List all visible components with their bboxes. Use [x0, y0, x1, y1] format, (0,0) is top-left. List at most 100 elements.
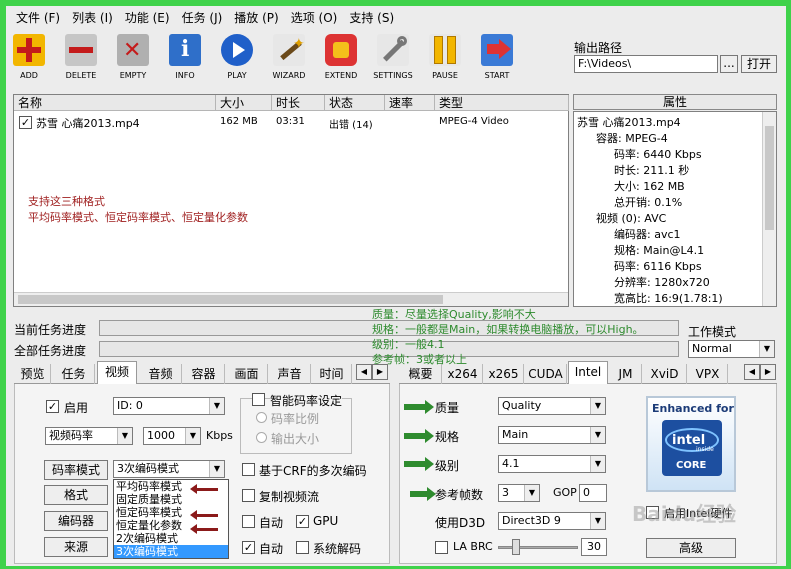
- format-button[interactable]: 格式: [44, 485, 108, 505]
- enable-label: 启用: [64, 401, 89, 415]
- menu-task[interactable]: 任务 (J): [176, 9, 229, 26]
- menu-play[interactable]: 播放 (P): [228, 9, 284, 26]
- tab-preview[interactable]: 预览: [15, 364, 51, 384]
- col-status[interactable]: 状态: [325, 95, 385, 111]
- annotation-line2: 平均码率模式、恒定码率模式、恒定量化参数: [28, 211, 248, 224]
- labrc-checkbox[interactable]: [435, 541, 448, 554]
- workmode-select[interactable]: Normal ▼: [688, 340, 775, 358]
- menu-file[interactable]: 文件 (F): [10, 9, 66, 26]
- rate-control-button[interactable]: 码率模式: [44, 460, 108, 480]
- menu-support[interactable]: 支持 (S): [343, 9, 400, 26]
- gop-input[interactable]: 0: [579, 484, 607, 502]
- gpu-checkbox[interactable]: ✓: [296, 515, 309, 528]
- browse-button[interactable]: ...: [720, 55, 738, 73]
- dropdown-option-selected[interactable]: 3次编码模式: [114, 545, 228, 558]
- tab-x264[interactable]: x264: [443, 364, 483, 384]
- smart-bitrate-checkbox[interactable]: [252, 393, 265, 406]
- labrc-slider[interactable]: [498, 546, 578, 549]
- tab-sound[interactable]: 声音: [269, 364, 311, 384]
- info-button[interactable]: i INFO: [161, 32, 209, 80]
- system-decode-checkbox[interactable]: [296, 541, 309, 554]
- properties-tree[interactable]: 苏雪 心痛2013.mp4 容器: MPEG-4 码率: 6440 Kbps 时…: [573, 111, 777, 307]
- settings-button[interactable]: SETTINGS: [369, 32, 417, 80]
- play-button[interactable]: PLAY: [213, 32, 261, 80]
- encoder-button[interactable]: 编码器: [44, 511, 108, 531]
- dropdown-option[interactable]: 固定质量模式: [116, 493, 182, 506]
- video-mode-select[interactable]: 视频码率 ▼: [45, 427, 133, 445]
- col-duration[interactable]: 时长: [272, 95, 325, 111]
- quality-select[interactable]: Quality ▼: [498, 397, 606, 415]
- col-name[interactable]: 名称: [14, 95, 216, 111]
- enable-checkbox[interactable]: ✓: [46, 400, 59, 413]
- menu-function[interactable]: 功能 (E): [119, 9, 176, 26]
- rate-control-dropdown[interactable]: 平均码率模式 固定质量模式 恒定码率模式 恒定量化参数 2次编码模式 3次编码模…: [113, 479, 229, 559]
- tab-intel[interactable]: Intel: [568, 361, 608, 384]
- dropdown-option[interactable]: 平均码率模式: [116, 480, 182, 493]
- tab-xvid[interactable]: XviD: [643, 364, 687, 384]
- hscroll-thumb[interactable]: [18, 295, 443, 304]
- tab-cuda[interactable]: CUDA: [525, 364, 567, 384]
- dropdown-option[interactable]: 2次编码模式: [116, 532, 178, 545]
- file-list[interactable]: 名称 大小 时长 状态 速率 类型 ✓ 苏雪 心痛2013.mp4 162 MB…: [13, 94, 569, 307]
- crf-checkbox[interactable]: [242, 463, 255, 476]
- left-tab-scroll-right[interactable]: ▶: [372, 364, 388, 380]
- row-name[interactable]: 苏雪 心痛2013.mp4: [36, 115, 140, 131]
- tab-task[interactable]: 任务: [53, 364, 95, 384]
- ratio-radio[interactable]: [256, 412, 267, 423]
- labrc-slider-thumb[interactable]: [512, 539, 520, 555]
- open-button[interactable]: 打开: [741, 55, 777, 73]
- add-button[interactable]: ADD: [5, 32, 53, 80]
- dropdown-option[interactable]: 恒定码率模式: [116, 506, 182, 519]
- left-tab-scroll-left[interactable]: ◀: [356, 364, 372, 380]
- menu-bar: 文件 (F) 列表 (I) 功能 (E) 任务 (J) 播放 (P) 选项 (O…: [6, 6, 786, 28]
- menu-list[interactable]: 列表 (I): [66, 9, 119, 26]
- tab-audio[interactable]: 音频: [140, 364, 182, 384]
- tab-container[interactable]: 容器: [183, 364, 225, 384]
- tab-video[interactable]: 视频: [97, 361, 137, 384]
- bitrate-select[interactable]: 1000 ▼: [143, 427, 201, 445]
- profile-select[interactable]: Main ▼: [498, 426, 606, 444]
- extend-button[interactable]: EXTEND: [317, 32, 365, 80]
- delete-label: DELETE: [65, 71, 97, 80]
- start-button[interactable]: START: [473, 32, 521, 80]
- delete-button[interactable]: DELETE: [57, 32, 105, 80]
- d3d-select[interactable]: Direct3D 9 ▼: [498, 512, 606, 530]
- advanced-button[interactable]: 高级: [646, 538, 736, 558]
- auto-source-checkbox[interactable]: ✓: [242, 541, 255, 554]
- wizard-button[interactable]: ✦ WIZARD: [265, 32, 313, 80]
- col-rate[interactable]: 速率: [385, 95, 435, 111]
- empty-button[interactable]: ✕ EMPTY: [109, 32, 157, 80]
- row-checkbox[interactable]: ✓: [19, 116, 32, 129]
- copy-stream-checkbox[interactable]: [242, 489, 255, 502]
- labrc-value[interactable]: 30: [581, 538, 607, 556]
- outsize-radio[interactable]: [256, 432, 267, 443]
- logo-core-text: CORE: [676, 460, 707, 471]
- all-progress-label: 全部任务进度: [14, 344, 87, 358]
- file-list-hscrollbar[interactable]: [14, 292, 568, 306]
- quality-label: 质量: [435, 401, 460, 415]
- vscroll-thumb[interactable]: [765, 126, 774, 230]
- right-tab-scroll-left[interactable]: ◀: [744, 364, 760, 380]
- tab-x265[interactable]: x265: [484, 364, 524, 384]
- output-path-input[interactable]: F:\Videos\: [574, 55, 718, 73]
- source-button[interactable]: 来源: [44, 537, 108, 557]
- pause-button[interactable]: PAUSE: [421, 32, 469, 80]
- baidu-watermark: Baidu经验: [632, 502, 737, 526]
- empty-label: EMPTY: [119, 71, 147, 80]
- video-id-select[interactable]: ID: 0 ▼: [113, 397, 225, 415]
- refframes-select[interactable]: 3 ▼: [498, 484, 540, 502]
- right-tab-scroll-right[interactable]: ▶: [760, 364, 776, 380]
- tab-jm[interactable]: JM: [610, 364, 642, 384]
- auto-encoder-checkbox[interactable]: [242, 515, 255, 528]
- tab-vpx[interactable]: VPX: [688, 364, 728, 384]
- menu-options[interactable]: 选项 (O): [285, 9, 344, 26]
- tab-summary[interactable]: 概要: [400, 364, 442, 384]
- col-type[interactable]: 类型: [435, 95, 569, 111]
- col-size[interactable]: 大小: [216, 95, 272, 111]
- tab-time[interactable]: 时间: [312, 364, 352, 384]
- properties-vscrollbar[interactable]: [762, 112, 776, 306]
- level-select[interactable]: 4.1 ▼: [498, 455, 606, 473]
- dropdown-option[interactable]: 恒定量化参数: [116, 519, 182, 532]
- rate-control-select[interactable]: 3次编码模式 ▼: [113, 460, 225, 478]
- tab-picture[interactable]: 画面: [226, 364, 268, 384]
